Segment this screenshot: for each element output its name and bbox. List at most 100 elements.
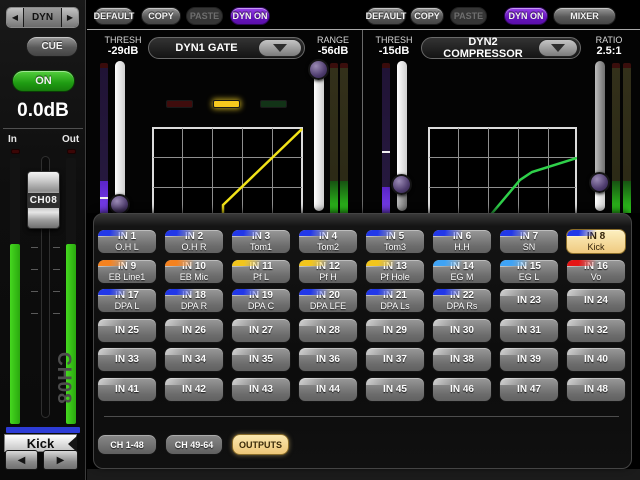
channel-button-id: IN 26 [182, 325, 206, 336]
dyn2-copy-button[interactable]: COPY [410, 7, 444, 25]
channel-button[interactable]: IN 13Pf Hole [365, 259, 425, 284]
channel-color-stripe [98, 230, 132, 236]
next-channel-button[interactable]: ▶ [43, 450, 78, 470]
channel-button[interactable]: IN 6H.H [432, 229, 492, 254]
channel-button[interactable]: IN 12Pf H [298, 259, 358, 284]
channel-button[interactable]: IN 48 [566, 377, 626, 402]
cue-button[interactable]: CUE [26, 36, 78, 57]
dyn1-range-slider[interactable] [313, 61, 325, 211]
button-gloss [500, 378, 532, 385]
channel-button[interactable]: IN 25 [97, 318, 157, 343]
channel-button[interactable]: IN 35 [231, 347, 291, 372]
channel-button[interactable]: IN 31 [499, 318, 559, 343]
channel-button[interactable]: IN 3Tom1 [231, 229, 291, 254]
channel-button[interactable]: IN 9EB Line1 [97, 259, 157, 284]
channel-button[interactable]: IN 27 [231, 318, 291, 343]
dyn2-thresh-slider[interactable] [396, 61, 408, 211]
dyn2-ratio-slider[interactable] [594, 61, 606, 211]
channel-button[interactable]: IN 43 [231, 377, 291, 402]
clip-indicator-out [67, 149, 76, 154]
button-gloss [567, 348, 599, 355]
dyn1-copy-button[interactable]: COPY [141, 7, 181, 25]
channel-button[interactable]: IN 39 [499, 347, 559, 372]
channel-button[interactable]: IN 45 [365, 377, 425, 402]
dyn1-range-handle[interactable] [308, 59, 329, 80]
prev-channel-button[interactable]: ◀ [5, 450, 38, 470]
channel-button[interactable]: IN 22DPA Rs [432, 288, 492, 313]
channel-button[interactable]: IN 8Kick [566, 229, 626, 254]
channel-button[interactable]: IN 14EG M [432, 259, 492, 284]
channel-button[interactable]: IN 10EB Mic [164, 259, 224, 284]
channel-button[interactable]: IN 32 [566, 318, 626, 343]
channel-id-watermark: CH08 [52, 352, 74, 416]
dyn2-thresh-handle[interactable] [391, 174, 412, 195]
channel-button[interactable]: IN 15EG L [499, 259, 559, 284]
channel-button[interactable]: IN 2O.H R [164, 229, 224, 254]
channel-on-button[interactable]: ON [12, 70, 75, 92]
channel-button[interactable]: IN 40 [566, 347, 626, 372]
channel-button-id: IN 43 [249, 384, 273, 395]
overlay-tab-ch-49-64[interactable]: CH 49-64 [165, 434, 223, 455]
channel-button-id: IN 34 [182, 354, 206, 365]
channel-button-id: IN 27 [249, 325, 273, 336]
channel-color-stripe [366, 260, 400, 266]
channel-button[interactable]: IN 41 [97, 377, 157, 402]
dyn2-type-dropdown[interactable]: DYN2 COMPRESSOR [421, 37, 581, 59]
channel-button[interactable]: IN 29 [365, 318, 425, 343]
channel-button[interactable]: IN 23 [499, 288, 559, 313]
fader-knob[interactable]: CH08 [27, 171, 60, 229]
channel-button[interactable]: IN 21DPA Ls [365, 288, 425, 313]
channel-button[interactable]: IN 30 [432, 318, 492, 343]
channel-button[interactable]: IN 38 [432, 347, 492, 372]
channel-button[interactable]: IN 47 [499, 377, 559, 402]
channel-button[interactable]: IN 20DPA LFE [298, 288, 358, 313]
dyn2-ratio-handle[interactable] [589, 172, 610, 193]
overlay-tab-ch-1-48[interactable]: CH 1-48 [97, 434, 157, 455]
dyn1-thresh-slider[interactable] [114, 61, 126, 211]
dyn1-thresh-readout: THRESH-29dB [97, 35, 149, 57]
channel-button-name: DPA Ls [380, 301, 409, 311]
channel-button-name: DPA LFE [310, 301, 346, 311]
channel-button[interactable]: IN 11Pf L [231, 259, 291, 284]
channel-button[interactable]: IN 36 [298, 347, 358, 372]
dyn1-type-dropdown[interactable]: DYN1 GATE [148, 37, 305, 59]
dyn2-on-button[interactable]: DYN ON [504, 7, 548, 25]
channel-button[interactable]: IN 44 [298, 377, 358, 402]
dyn2-dropdown-button[interactable] [538, 39, 578, 57]
channel-button[interactable]: IN 7SN [499, 229, 559, 254]
dyn2-paste-button: PASTE [450, 7, 487, 25]
channel-button[interactable]: IN 18DPA R [164, 288, 224, 313]
channel-button[interactable]: IN 26 [164, 318, 224, 343]
channel-button[interactable]: IN 1O.H L [97, 229, 157, 254]
channel-button-id: IN 46 [450, 384, 474, 395]
dyn1-default-button[interactable]: DEFAULT [94, 7, 134, 25]
button-gloss [232, 378, 264, 385]
channel-color-stripe [433, 230, 467, 236]
channel-color-stripe [433, 260, 467, 266]
dyn1-on-button[interactable]: DYN ON [230, 7, 270, 25]
mixer-button[interactable]: MIXER [553, 7, 616, 25]
view-prev-icon[interactable]: ◀ [7, 8, 24, 27]
view-next-icon[interactable]: ▶ [61, 8, 78, 27]
channel-button[interactable]: IN 46 [432, 377, 492, 402]
channel-button[interactable]: IN 42 [164, 377, 224, 402]
dyn1-dropdown-button[interactable] [258, 39, 302, 57]
channel-color-stripe [500, 230, 534, 236]
dyn2-default-button[interactable]: DEFAULT [366, 7, 406, 25]
channel-button[interactable]: IN 33 [97, 347, 157, 372]
channel-button[interactable]: IN 17DPA L [97, 288, 157, 313]
channel-button[interactable]: IN 28 [298, 318, 358, 343]
channel-button[interactable]: IN 34 [164, 347, 224, 372]
channel-button[interactable]: IN 37 [365, 347, 425, 372]
overlay-tab-outputs[interactable]: OUTPUTS [232, 434, 289, 455]
dyn1-thresh-handle[interactable] [109, 194, 130, 215]
channel-button[interactable]: IN 19DPA C [231, 288, 291, 313]
channel-button[interactable]: IN 24 [566, 288, 626, 313]
dyn2-gr-meter-2 [623, 63, 631, 213]
channel-button[interactable]: IN 5Tom3 [365, 229, 425, 254]
channel-button[interactable]: IN 16Vo [566, 259, 626, 284]
dyn1-range-readout: RANGE-56dB [307, 35, 359, 57]
channel-button[interactable]: IN 4Tom2 [298, 229, 358, 254]
channel-button-name: Pf Hole [380, 272, 410, 282]
channel-button-name: EG M [450, 272, 473, 282]
